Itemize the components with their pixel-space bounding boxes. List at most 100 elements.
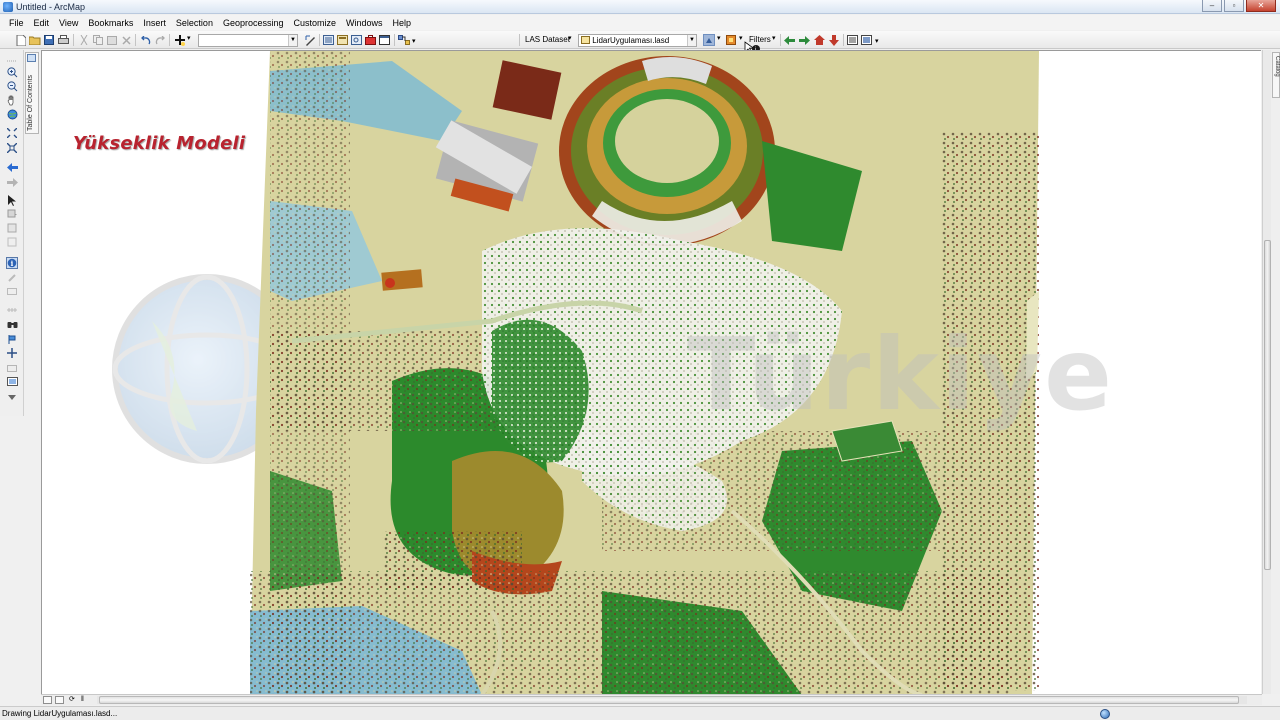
close-button[interactable]: ✕ [1246,0,1276,12]
toc-window-icon [27,54,36,62]
copy-icon[interactable] [92,34,104,46]
delete-icon[interactable] [120,34,132,46]
vertical-scrollbar[interactable] [1262,50,1271,694]
hyperlink-icon[interactable] [6,272,18,284]
horizontal-scroll-thumb[interactable] [99,696,1239,704]
point-symbology-icon[interactable] [703,34,715,46]
layout-view-button[interactable] [55,696,64,704]
python-window-icon[interactable] [378,34,390,46]
save-icon[interactable] [43,34,55,46]
full-extent-globe-icon[interactable] [6,108,18,120]
search-window-icon[interactable] [350,34,362,46]
map-overlay-title: Yükseklik Modeli [73,133,246,154]
menu-bar: File Edit View Bookmarks Insert Selectio… [0,15,1280,30]
watermark-text: Türkiye [687,316,1114,433]
profile-view-icon[interactable] [783,34,795,46]
toolbar-options-icon[interactable]: ▾ [412,37,416,47]
vertical-scroll-thumb[interactable] [1264,240,1271,570]
menu-view[interactable]: View [54,16,83,30]
maximize-button[interactable]: ▫ [1224,0,1244,12]
time-slider-icon[interactable] [6,362,18,374]
new-document-icon[interactable] [15,34,27,46]
select-features-icon[interactable] [6,208,18,220]
las-dataset-menu[interactable]: LAS Dataset [525,35,570,45]
menu-windows[interactable]: Windows [341,16,388,30]
point-cloud-window-icon[interactable] [860,34,872,46]
find-binoculars-icon[interactable] [6,318,18,330]
download-arrow-icon[interactable] [828,34,840,46]
menu-geoprocessing[interactable]: Geoprocessing [218,16,289,30]
clear-selection-icon[interactable] [6,222,18,234]
window-controls: – ▫ ✕ [1200,0,1276,12]
add-data-icon[interactable] [174,34,186,46]
cut-icon[interactable] [78,34,90,46]
measure-icon[interactable] [6,304,18,316]
las-dataset-dropdown-icon[interactable]: ▾ [568,34,572,44]
back-extent-icon[interactable] [6,161,18,173]
toc-tab-label: Table Of Contents [27,74,34,131]
forward-extent-icon[interactable] [6,176,18,188]
data-view-button[interactable] [43,696,52,704]
zoom-in-icon[interactable] [6,66,18,78]
catalog-window-icon[interactable] [336,34,348,46]
model-builder-icon[interactable] [398,34,410,46]
chevron-down-icon[interactable]: ▼ [687,35,696,46]
arctoolbox-icon[interactable] [364,34,376,46]
arcmap-app-icon [3,1,13,12]
window-title: Untitled - ArcMap [16,1,86,12]
redo-icon[interactable] [154,34,166,46]
tools-toolbar: i [0,50,24,416]
menu-bookmarks[interactable]: Bookmarks [83,16,138,30]
create-viewer-window-icon[interactable] [6,376,18,388]
menu-help[interactable]: Help [388,16,417,30]
tools-options-icon[interactable] [6,392,18,404]
surface-dropdown-icon[interactable]: ▾ [739,34,743,44]
find-route-icon[interactable] [6,333,18,345]
symbology-dropdown-icon[interactable]: ▾ [717,34,721,44]
select-elements-icon[interactable] [6,194,18,206]
fixed-zoom-in-icon[interactable] [6,127,18,139]
table-of-contents-tab[interactable]: Table Of Contents [25,52,39,134]
zoom-out-icon[interactable] [6,80,18,92]
add-data-dropdown[interactable]: ▾ [187,34,191,44]
go-to-xy-icon[interactable] [6,347,18,359]
las-layer-combo[interactable]: LidarUygulaması.lasd ▼ [578,34,697,47]
filters-dropdown-icon[interactable]: ▾ [772,34,776,44]
statistics-icon[interactable] [846,34,858,46]
globe-status-icon [1100,709,1110,719]
map-view[interactable]: Türkiye Yükseklik Modeli [41,50,1261,694]
paste-icon[interactable] [106,34,118,46]
fixed-zoom-out-icon[interactable] [6,142,18,154]
undo-icon[interactable] [140,34,152,46]
3d-view-icon[interactable] [798,34,810,46]
title-bar: Untitled - ArcMap – ▫ ✕ [0,0,1280,14]
las-toolbar-options-icon[interactable]: ▾ [875,37,879,47]
home-extent-icon[interactable] [813,34,825,46]
refresh-icon[interactable]: ⟳ [69,696,78,704]
menu-insert[interactable]: Insert [138,16,171,30]
open-folder-icon[interactable] [29,34,41,46]
las-layer-icon [581,36,590,44]
print-icon[interactable] [57,34,69,46]
status-bar: Drawing LidarUygulaması.lasd... [0,706,1280,720]
surface-symbology-icon[interactable] [725,34,737,46]
menu-file[interactable]: File [4,16,29,30]
svg-text:i: i [11,259,14,268]
minimize-button[interactable]: – [1202,0,1222,12]
map-scale-combo[interactable]: ▼ [198,34,298,47]
menu-customize[interactable]: Customize [289,16,342,30]
select-graphics-icon[interactable] [6,236,18,248]
status-message: Drawing LidarUygulaması.lasd... [2,709,118,718]
html-popup-icon[interactable] [6,286,18,298]
pan-hand-icon[interactable] [6,94,18,106]
horizontal-scrollbar[interactable] [97,696,1247,704]
identify-icon[interactable]: i [6,257,18,269]
editor-toolbar-icon[interactable] [304,34,316,46]
menu-selection[interactable]: Selection [171,16,218,30]
chevron-down-icon[interactable]: ▼ [288,35,297,46]
catalog-tab[interactable]: Catalog [1272,52,1280,98]
catalog-tab-label: Catalog [1274,56,1280,77]
menu-edit[interactable]: Edit [29,16,55,30]
pause-drawing-icon[interactable]: ‖ [81,696,90,704]
table-of-contents-icon[interactable] [322,34,334,46]
